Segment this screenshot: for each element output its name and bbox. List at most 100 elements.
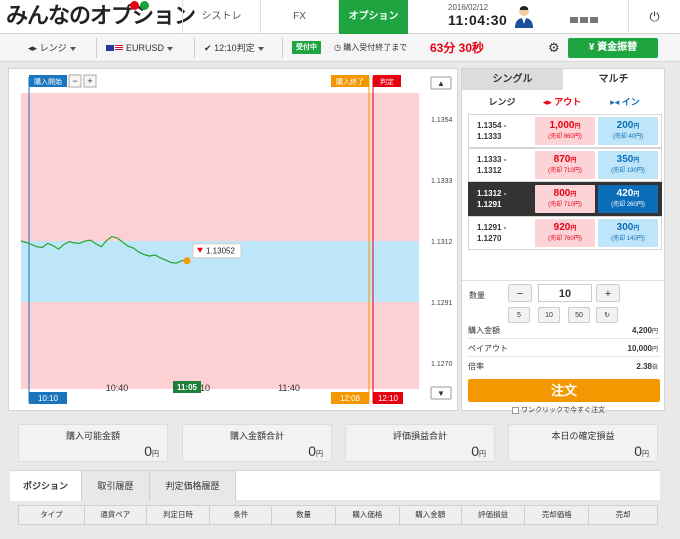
gear-icon[interactable]: ⚙ [548, 38, 560, 58]
y-tick-label: 1.1291 [431, 300, 453, 307]
current-price-dot [183, 257, 191, 265]
out-price-button[interactable]: 1,000円 (売却 860円) [535, 117, 595, 145]
out-price-button[interactable]: 800円 (売却 710円) [535, 185, 595, 213]
range-label: 1.1354 -1.1333 [477, 121, 507, 141]
y-tick-label: 1.1312 [431, 239, 453, 246]
tab-judge-history[interactable]: 判定価格履歴 [150, 471, 236, 501]
in-price-button[interactable]: 420円 (売却 260円) [598, 185, 658, 213]
in-price-button[interactable]: 350円 (売却 190円) [598, 151, 658, 179]
table-header-cell[interactable]: 売却 [589, 506, 657, 524]
bottom-tabs: ポジション 取引履歴 判定価格履歴 [10, 470, 660, 501]
scroll-down-glyph: ▼ [437, 389, 445, 398]
out-arrows-icon: ◂▸ [542, 97, 552, 107]
table-header-cell[interactable]: 通貨ペア [85, 506, 147, 524]
trade-mode-tabs: シングル マルチ [462, 69, 664, 90]
range-row: 1.1291 -1.1270 920円 (売却 760円) 300円 (売却 140円) [468, 216, 662, 250]
col-in-header: ▸◂ イン [610, 97, 640, 107]
checkbox-icon [512, 406, 519, 414]
in-price-button[interactable]: 300円 (売却 140円) [598, 219, 658, 247]
app-logo[interactable]: みんなのオプション [6, 1, 196, 32]
one-click-checkbox[interactable]: ワンクリックで今すぐ注文 [512, 405, 605, 415]
account-name-masked[interactable] [570, 14, 606, 23]
buy-end-label: 購入終了 [336, 77, 364, 86]
trade-panel: シングル マルチ レンジ ◂▸ アウト ▸◂ イン 1.1354 -1.1333… [461, 68, 665, 414]
out-price-button[interactable]: 870円 (売却 710円) [535, 151, 595, 179]
table-header-cell[interactable]: 購入価格 [336, 506, 400, 524]
scroll-up-glyph: ▲ [437, 79, 445, 88]
current-time-label: 11:05 [177, 383, 198, 392]
table-header-cell[interactable]: 数量 [272, 506, 337, 524]
option-type-dropdown[interactable]: ◂▸ レンジ [28, 38, 76, 58]
table-header-cell[interactable]: タイプ [19, 506, 85, 524]
preset-50-button[interactable]: 50 [568, 307, 590, 323]
countdown-timer: 63分 30秒 [430, 41, 485, 55]
time-flag-label: 12:08 [340, 394, 361, 403]
y-tick-label: 1.1354 [431, 117, 453, 124]
clock-icon: ◷ [334, 43, 341, 52]
range-label: 1.1333 -1.1312 [477, 155, 507, 175]
x-tick-label: 11:40 [278, 383, 300, 393]
tab-single[interactable]: シングル [462, 69, 563, 90]
range-band-out [21, 93, 419, 241]
card-realized-pl-today: 本日の確定損益 0円 [508, 424, 658, 462]
nav-option[interactable]: オプション [338, 0, 408, 34]
top-header: みんなのオプション シストレ FX オプション 2016/02/12 11:04… [0, 0, 680, 34]
power-icon[interactable]: ⏻ [628, 0, 680, 34]
logo-dot-green [140, 1, 149, 10]
in-price-button[interactable]: 200円 (売却 40円) [598, 117, 658, 145]
time-flag-label: 10:10 [38, 394, 59, 403]
range-row: 1.1312 -1.1291 800円 (売却 710円) 420円 (売却 260円) [468, 182, 662, 216]
chevron-down-icon [167, 46, 174, 51]
avatar-icon[interactable] [514, 4, 534, 28]
quantity-plus-button[interactable]: + [596, 284, 620, 302]
tab-trade-history[interactable]: 取引履歴 [82, 471, 150, 501]
fund-transfer-button[interactable]: ¥ 資金振替 [568, 38, 658, 58]
purchase-amount-row: 購入金額 4,200円 [468, 323, 660, 339]
table-header-cell[interactable]: 判定日時 [147, 506, 211, 524]
positions-table-header: タイプ 通貨ペア 判定日時 条件 数量 購入価格 購入金額 評価損益 売却価格 売却 [18, 505, 658, 525]
nav-fx[interactable]: FX [260, 0, 338, 34]
eu-flag-icon [106, 45, 114, 51]
reset-icon[interactable]: ↻ [596, 307, 618, 323]
quantity-minus-button[interactable]: − [508, 284, 532, 302]
table-header-cell[interactable]: 条件 [210, 506, 273, 524]
range-row: 1.1333 -1.1312 870円 (売却 710円) 350円 (売却 190円) [468, 148, 662, 182]
ratio-row: 倍率 2.38倍 [468, 362, 658, 371]
judge-time-dropdown[interactable]: ✔ 12:10判定 [204, 38, 264, 58]
in-arrows-icon: ▸◂ [610, 97, 620, 107]
preset-5-button[interactable]: 5 [508, 307, 530, 323]
table-header-cell[interactable]: 売却価格 [525, 506, 590, 524]
table-header-cell[interactable]: 購入金額 [400, 506, 462, 524]
table-header-cell[interactable]: 評価損益 [462, 506, 526, 524]
card-available-funds: 購入可能金額 0円 [18, 424, 168, 462]
y-tick-label: 1.1333 [431, 178, 453, 185]
tab-positions[interactable]: ポジション [10, 471, 82, 501]
buy-start-label: 購入開始 [34, 77, 62, 86]
currency-pair-dropdown[interactable]: EURUSD [106, 38, 174, 58]
range-band-out [21, 301, 419, 389]
nav-systrade[interactable]: シストレ [182, 0, 260, 34]
rate-chart: 1.1354 1.1333 1.1312 1.1291 1.1270 10:40 10 11:… [8, 68, 458, 411]
order-button[interactable]: 注文 [468, 379, 660, 402]
tab-multi[interactable]: マルチ [563, 69, 664, 90]
x-tick-label: 10:40 [106, 383, 129, 393]
judge-label: 判定 [380, 77, 394, 86]
chevron-down-icon [257, 46, 264, 51]
range-label: 1.1312 -1.1291 [477, 189, 507, 209]
col-out-header: ◂▸ アウト [542, 97, 582, 107]
quantity-input[interactable]: 10 [538, 284, 592, 302]
y-tick-label: 1.1270 [431, 361, 453, 368]
out-price-button[interactable]: 920円 (売却 760円) [535, 219, 595, 247]
chevron-down-icon [69, 46, 76, 51]
logo-dot-red [130, 1, 139, 10]
zoom-in-glyph: + [87, 76, 92, 86]
quantity-label: 数量 [469, 291, 485, 300]
toolbar: ◂▸ レンジ EURUSD ✔ 12:10判定 受付中 ◷ 購入受付終了まで 6… [0, 34, 680, 62]
chart-svg: 1.13541.13331.13121.12911.127010:40 10 11:… [20, 74, 453, 404]
card-purchase-total: 購入金額合計 0円 [182, 424, 332, 462]
range-row: 1.1354 -1.1333 1,000円 (売却 860円) 200円 (売却 40円… [468, 114, 662, 148]
range-label: 1.1291 -1.1270 [477, 223, 507, 243]
preset-10-button[interactable]: 10 [538, 307, 560, 323]
status-badge: 受付中 [292, 41, 321, 54]
check-icon: ✔ [204, 43, 212, 53]
